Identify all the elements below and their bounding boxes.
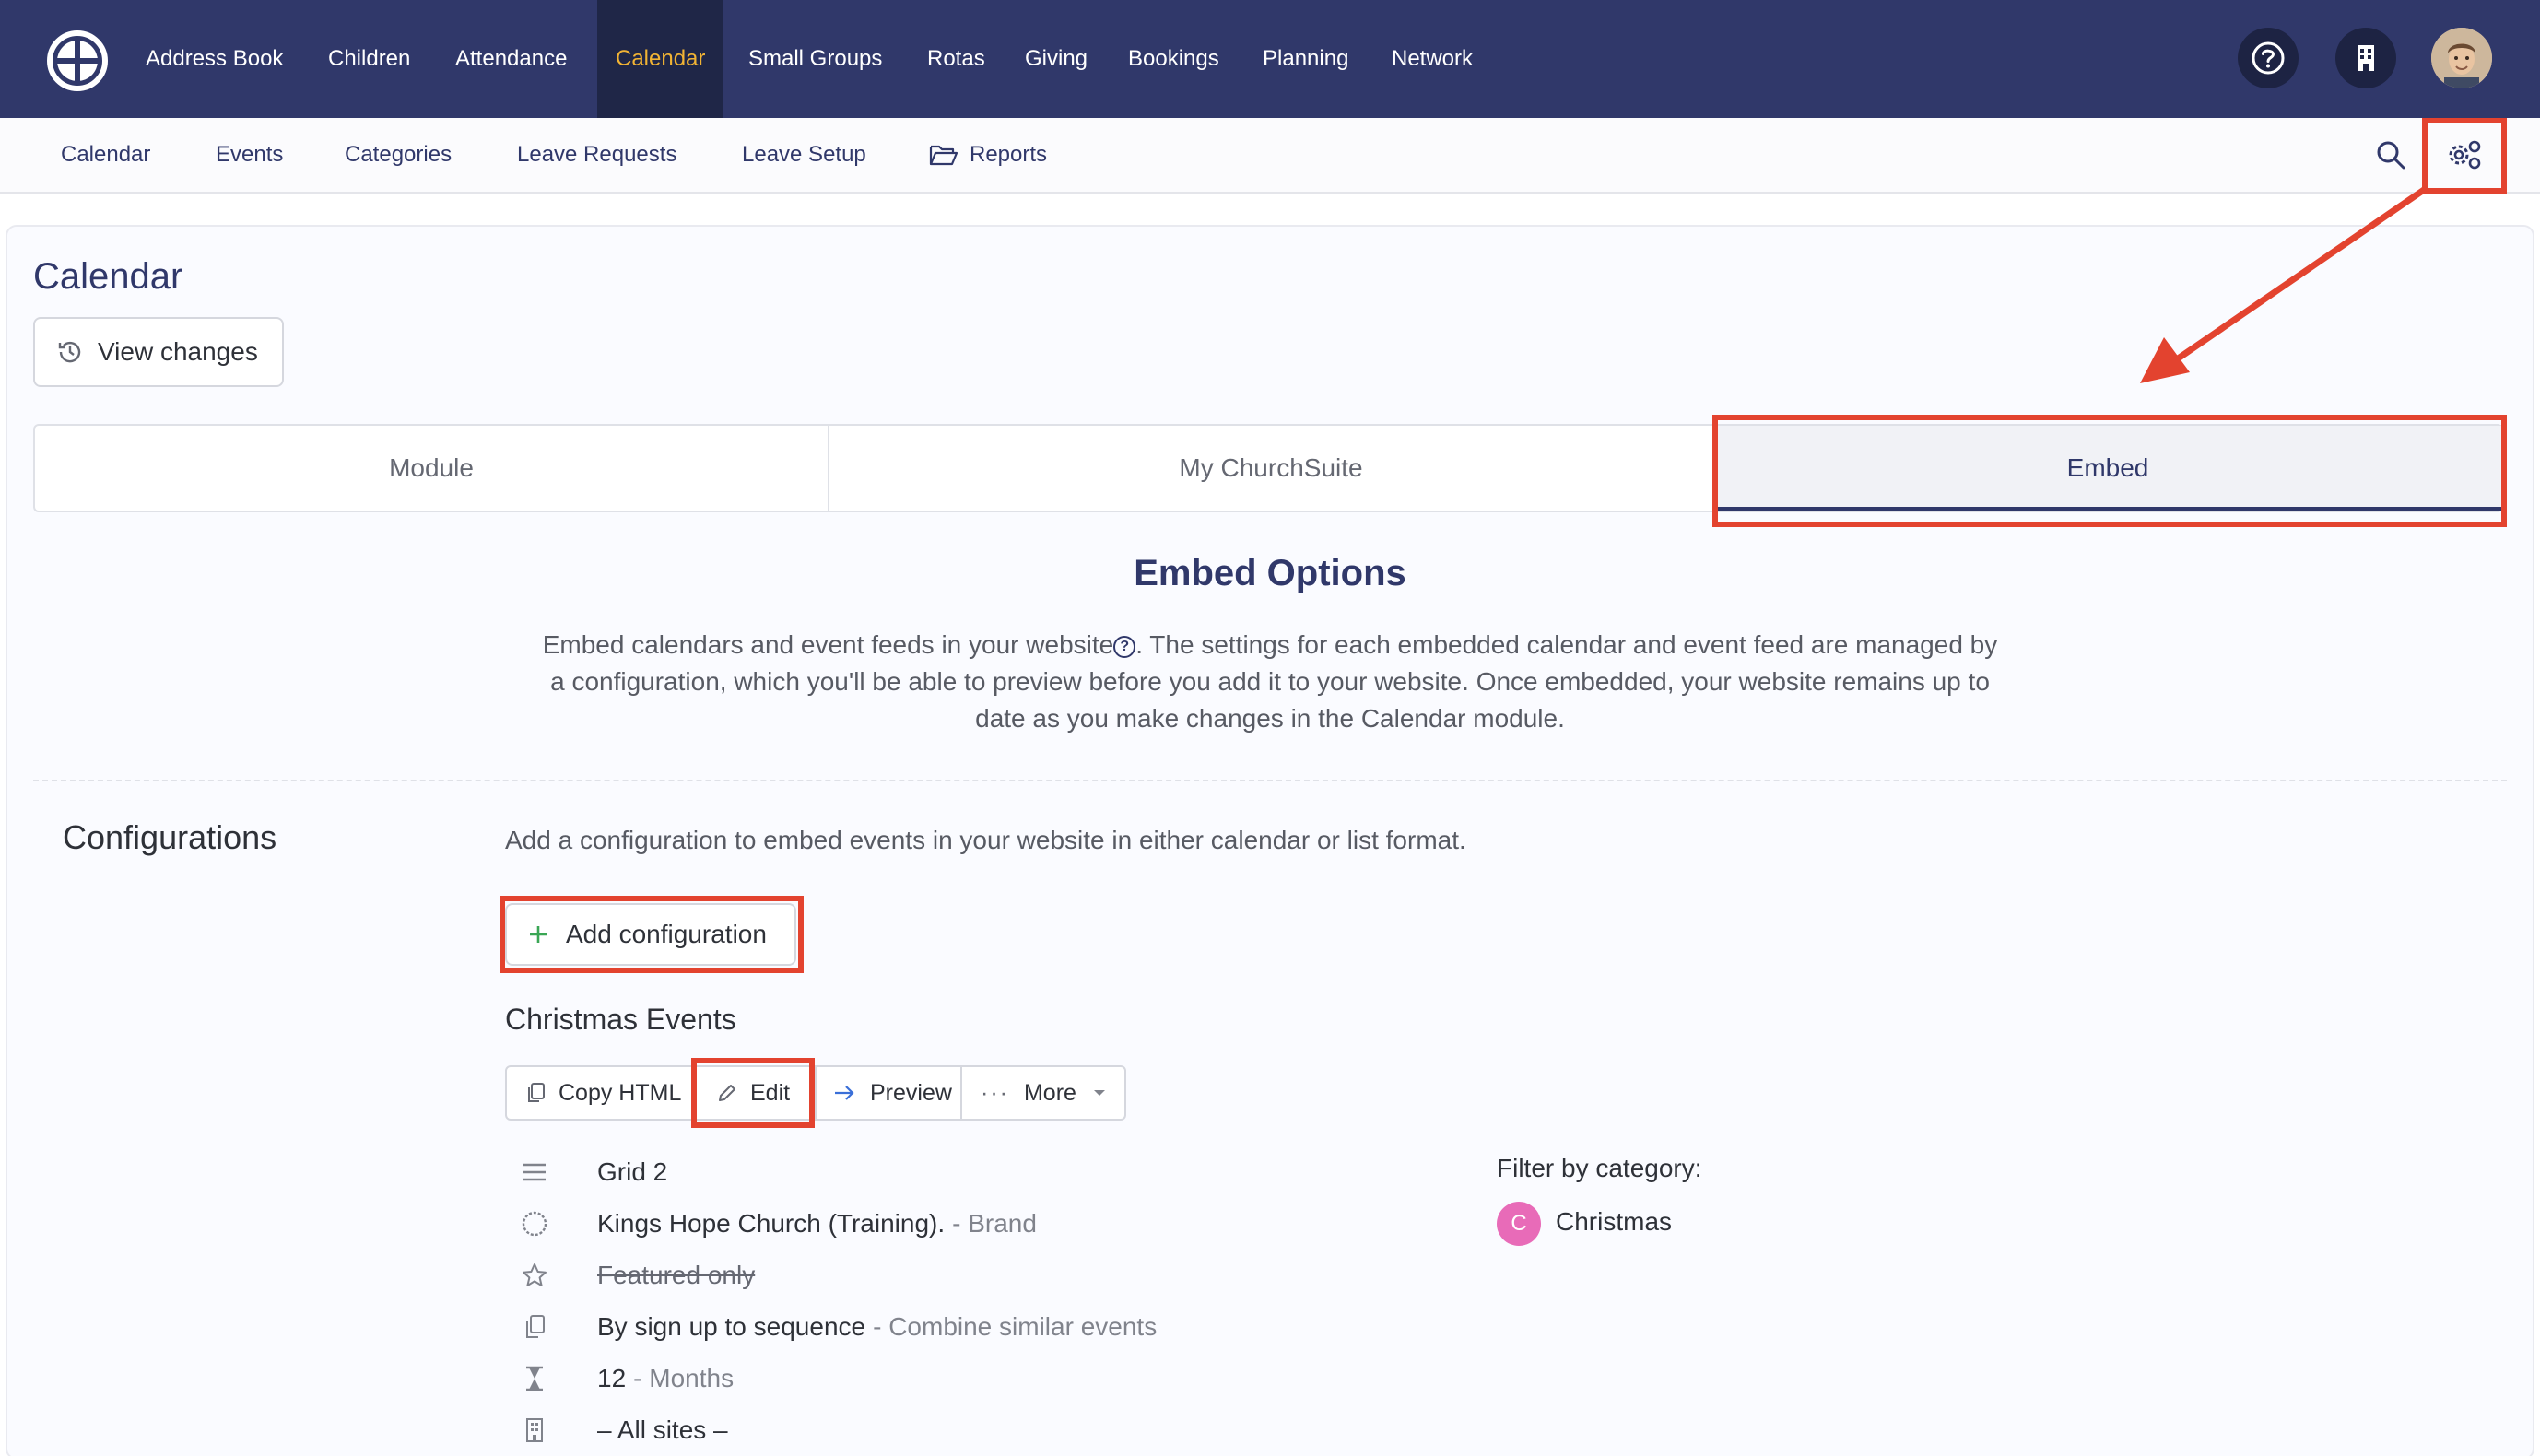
- help-circle-icon[interactable]: ?: [1113, 635, 1136, 658]
- nav-giving[interactable]: Giving: [1025, 0, 1088, 118]
- nav-rotas[interactable]: Rotas: [927, 0, 985, 118]
- pencil-icon: [717, 1083, 737, 1103]
- subnav-calendar[interactable]: Calendar: [61, 118, 150, 192]
- add-configuration-button[interactable]: Add configuration: [505, 903, 796, 966]
- nav-calendar[interactable]: Calendar: [597, 0, 724, 118]
- setting-value: Featured only: [597, 1261, 756, 1289]
- view-changes-label: View changes: [98, 337, 258, 366]
- setting-period: 12 - Months: [516, 1353, 1438, 1404]
- configurations-description: Add a configuration to embed events in y…: [505, 826, 1466, 854]
- setting-value: By sign up to sequence: [597, 1312, 866, 1341]
- page-title: Calendar: [33, 256, 183, 297]
- embed-options-heading: Embed Options: [1134, 553, 1406, 593]
- user-avatar[interactable]: [2431, 28, 2492, 88]
- copy-html-label: Copy HTML: [559, 1079, 682, 1106]
- tab-embed[interactable]: Embed: [1714, 426, 2501, 511]
- section-divider: [33, 780, 2507, 781]
- tab-module[interactable]: Module: [35, 426, 829, 511]
- circle-icon: [516, 1205, 553, 1242]
- subnav-events[interactable]: Events: [216, 118, 283, 192]
- copy-icon: [525, 1082, 546, 1104]
- nav-attendance[interactable]: Attendance: [455, 0, 567, 118]
- settings-tabs: Module My ChurchSuite Embed: [33, 424, 2503, 512]
- preview-button[interactable]: Preview: [817, 1067, 962, 1119]
- embed-desc-part1: Embed calendars and event feeds in your …: [542, 630, 1114, 659]
- add-configuration-label: Add configuration: [566, 920, 767, 948]
- configurations-heading: Configurations: [63, 818, 277, 856]
- more-dropdown-button[interactable]: ··· More: [962, 1067, 1124, 1119]
- edit-button[interactable]: Edit: [697, 1067, 817, 1119]
- embed-options-description: Embed calendars and event feeds in your …: [542, 627, 1998, 737]
- category-label: Christmas: [1556, 1207, 1673, 1236]
- copy-html-button[interactable]: Copy HTML: [507, 1067, 697, 1119]
- subnav-leave-setup[interactable]: Leave Setup: [742, 118, 866, 192]
- setting-sequence: By sign up to sequence - Combine similar…: [516, 1301, 1438, 1353]
- caret-down-icon: [1093, 1088, 1106, 1098]
- arrow-right-icon: [833, 1084, 855, 1102]
- setting-sites: – All sites –: [516, 1404, 1438, 1456]
- sub-navigation-bar: Calendar Events Categories Leave Request…: [0, 118, 2540, 194]
- subnav-reports[interactable]: Reports: [970, 118, 1047, 192]
- folder-open-icon: [923, 135, 964, 175]
- search-icon[interactable]: [2370, 135, 2411, 175]
- more-label: More: [1023, 1079, 1076, 1106]
- edit-label: Edit: [750, 1079, 791, 1106]
- view-changes-button[interactable]: View changes: [33, 317, 284, 387]
- setting-meta: - Combine similar events: [873, 1312, 1158, 1341]
- settings-gears-icon[interactable]: [2444, 135, 2485, 175]
- nav-address-book[interactable]: Address Book: [146, 0, 283, 118]
- nav-planning[interactable]: Planning: [1263, 0, 1348, 118]
- configuration-name: Christmas Events: [505, 1003, 736, 1036]
- nav-bookings[interactable]: Bookings: [1128, 0, 1219, 118]
- list-icon: [516, 1154, 553, 1191]
- subnav-leave-requests[interactable]: Leave Requests: [517, 118, 676, 192]
- star-icon: [516, 1257, 553, 1294]
- copy-icon: [516, 1309, 553, 1345]
- setting-meta: - Months: [633, 1364, 735, 1392]
- churchsuite-logo-icon[interactable]: [46, 29, 109, 92]
- setting-value: 12: [597, 1364, 627, 1392]
- building-icon: [516, 1412, 553, 1449]
- plus-icon: [525, 922, 551, 947]
- ellipsis-icon: ···: [981, 1079, 1009, 1106]
- filter-by-category-label: Filter by category:: [1497, 1154, 1702, 1182]
- setting-value: Grid 2: [597, 1157, 668, 1186]
- history-icon: [55, 337, 85, 367]
- configuration-actions: Copy HTML Edit Preview ··· More: [505, 1065, 1126, 1121]
- building-icon[interactable]: [2335, 28, 2396, 88]
- nav-network[interactable]: Network: [1392, 0, 1473, 118]
- top-navigation-bar: Address Book Children Attendance Calenda…: [0, 0, 2540, 118]
- preview-label: Preview: [870, 1079, 952, 1106]
- setting-value: Kings Hope Church (Training).: [597, 1209, 946, 1238]
- setting-value: – All sites –: [597, 1415, 728, 1444]
- category-badge: C: [1497, 1202, 1541, 1246]
- tab-my-churchsuite[interactable]: My ChurchSuite: [829, 426, 1714, 511]
- setting-brand: Kings Hope Church (Training). - Brand: [516, 1198, 1438, 1250]
- nav-children[interactable]: Children: [328, 0, 410, 118]
- setting-featured: Featured only: [516, 1250, 1438, 1301]
- subnav-categories[interactable]: Categories: [345, 118, 452, 192]
- nav-small-groups[interactable]: Small Groups: [748, 0, 882, 118]
- setting-layout: Grid 2: [516, 1146, 1438, 1198]
- setting-meta: - Brand: [952, 1209, 1037, 1238]
- hourglass-icon: [516, 1360, 553, 1397]
- help-icon[interactable]: [2238, 28, 2299, 88]
